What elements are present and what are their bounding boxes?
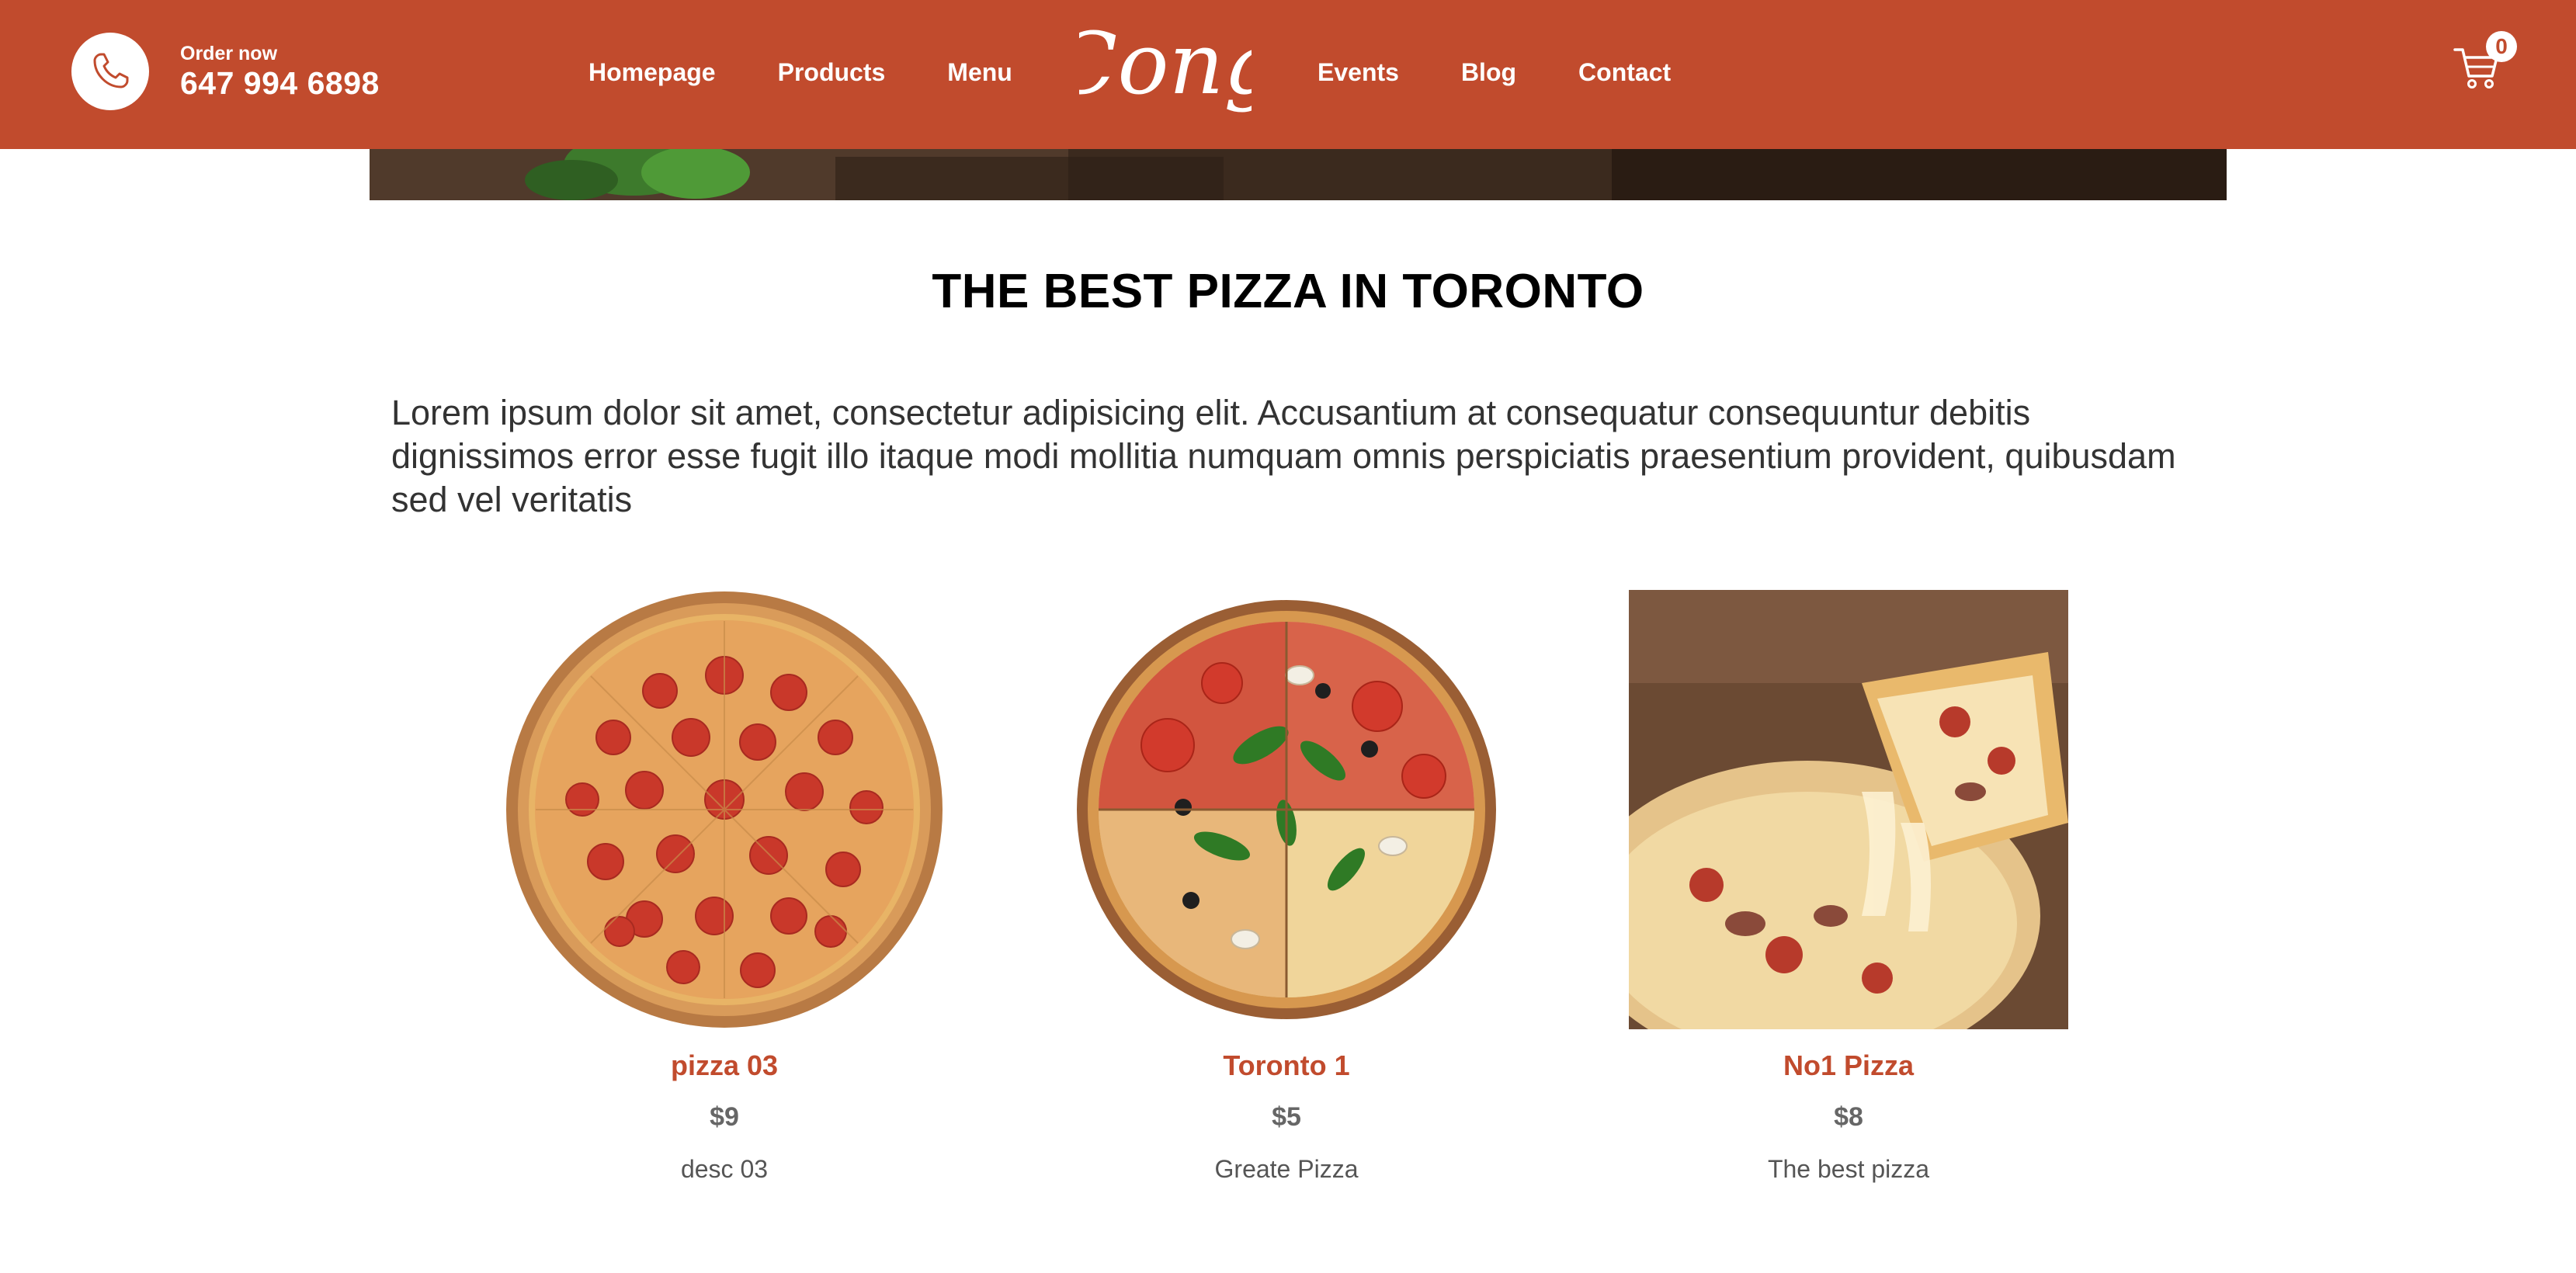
nav-right: Events Blog Contact [1318,53,1733,92]
product-description: desc 03 [680,1155,769,1183]
hero-image [370,149,2227,200]
phone-number[interactable]: 647 994 6898 [180,65,380,101]
product-name[interactable]: No1 Pizza [1600,1046,2097,1085]
product-name[interactable]: pizza 03 [476,1046,973,1085]
nav-left: Homepage Products Menu [588,53,1074,92]
intro-description: Lorem ipsum dolor sit amet, consectetur … [391,393,2176,519]
product-price: $8 [1834,1102,1863,1132]
nav-item-homepage[interactable]: Homepage [588,53,716,92]
phone-icon [71,33,149,110]
pepperoni-pizza-image[interactable] [505,590,944,1029]
nav-item-blog[interactable]: Blog [1461,53,1516,92]
product-card[interactable]: Toronto 1 $5 Greate Pizza [1038,590,1535,1186]
product-price: $5 [1272,1102,1301,1132]
product-card[interactable]: No1 Pizza $8 The best pizza [1600,590,2097,1186]
logo-text: Cong [1079,14,1252,113]
nav-item-menu[interactable]: Menu [947,53,1012,92]
nav-item-contact[interactable]: Contact [1578,53,1671,92]
order-phone[interactable]: Order now 647 994 6898 [71,33,380,110]
order-text: Order now 647 994 6898 [180,42,380,101]
product-description: The best pizza [1767,1155,1930,1183]
logo[interactable]: Cong [1079,11,1252,127]
navbar: Order now 647 994 6898 Homepage Products… [0,0,2576,149]
page-title: THE BEST PIZZA IN TORONTO [932,265,1644,318]
product-card[interactable]: pizza 03 $9 desc 03 [476,590,973,1186]
veggie-pizza-image[interactable] [1067,590,1506,1029]
cheese-pull-pizza-image[interactable] [1629,590,2068,1029]
nav-item-events[interactable]: Events [1318,53,1399,92]
hero-image-strip [370,149,2227,200]
order-label: Order now [180,43,278,64]
product-price: $9 [710,1102,739,1132]
cart-count-badge: 0 [2486,31,2517,62]
product-description: Greate Pizza [1214,1155,1359,1183]
product-name[interactable]: Toronto 1 [1038,1046,1535,1085]
nav-item-products[interactable]: Products [778,53,886,92]
